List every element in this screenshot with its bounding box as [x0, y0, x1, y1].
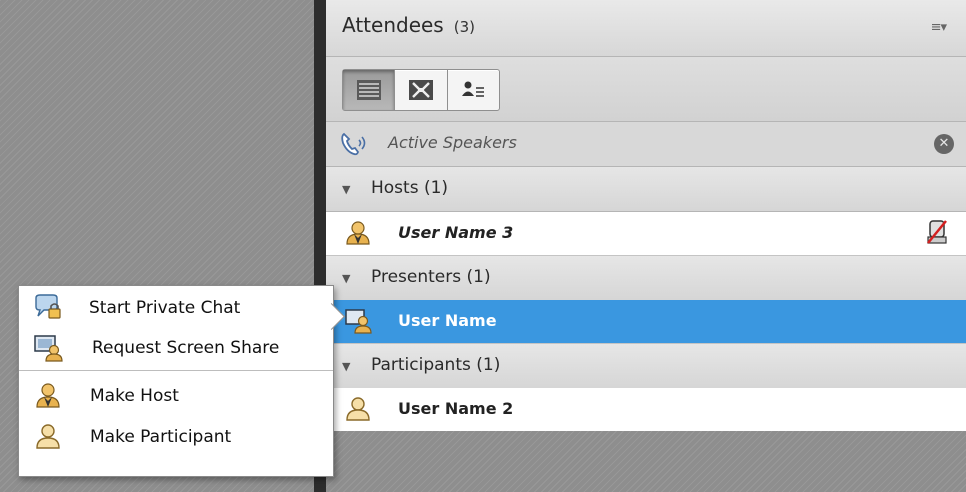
panel-titlebar: Attendees (3) ≡▾: [326, 0, 966, 57]
menu-item-make-participant[interactable]: Make Participant: [19, 419, 333, 457]
list-view-button[interactable]: [343, 70, 396, 110]
hosts-section-label: Hosts (1): [371, 178, 449, 198]
participant-icon: [344, 396, 372, 427]
status-view-button[interactable]: [448, 70, 499, 110]
host-icon: [344, 220, 372, 251]
participant-user-name: User Name 2: [398, 399, 514, 418]
presenters-section-label: Presenters (1): [371, 267, 491, 287]
presenters-section-header[interactable]: ▼ Presenters (1): [326, 256, 966, 301]
participant-icon: [33, 423, 63, 456]
attendee-count: (3): [453, 18, 475, 36]
panel-menu-icon[interactable]: ≡▾: [931, 20, 947, 35]
status-view-icon: [462, 81, 485, 97]
collapse-caret-icon[interactable]: ▼: [342, 183, 350, 196]
panel-title-label: Attendees: [342, 13, 444, 37]
screen-share-icon: [33, 334, 63, 367]
menu-item-start-private-chat[interactable]: Start Private Chat: [19, 290, 333, 328]
close-circle-icon[interactable]: ✕: [934, 134, 954, 154]
presenter-user-name: User Name: [398, 311, 497, 330]
active-speakers-bar: Active Speakers ✕: [326, 122, 966, 167]
context-menu: Start Private Chat Request Screen Share …: [18, 285, 334, 477]
collapse-caret-icon[interactable]: ▼: [342, 272, 350, 285]
list-view-icon: [356, 80, 381, 100]
menu-separator: [19, 370, 333, 371]
menu-item-request-screen-share[interactable]: Request Screen Share: [19, 330, 333, 368]
active-speakers-label: Active Speakers: [388, 133, 517, 152]
view-toggle-group: [342, 69, 500, 111]
participants-section-header[interactable]: ▼ Participants (1): [326, 344, 966, 389]
breakout-view-icon: [408, 80, 433, 100]
menu-label: Start Private Chat: [89, 298, 241, 318]
speaker-phone-icon: [340, 131, 370, 162]
attendee-row-presenter[interactable]: User Name: [326, 300, 966, 344]
breakout-view-button[interactable]: [395, 70, 448, 110]
participants-section-label: Participants (1): [371, 355, 501, 375]
empty-list-area: [326, 431, 966, 492]
attendees-panel: Attendees (3) ≡▾ Active Speakers ✕ ▼ Hos…: [326, 0, 966, 492]
hosts-section-header[interactable]: ▼ Hosts (1): [326, 167, 966, 212]
attendee-row-host[interactable]: User Name 3: [326, 212, 966, 256]
collapse-caret-icon[interactable]: ▼: [342, 360, 350, 373]
menu-label: Make Host: [90, 386, 179, 406]
host-icon: [33, 382, 63, 415]
presenter-icon: [344, 308, 372, 339]
panel-title: Attendees (3): [342, 13, 475, 37]
menu-label: Request Screen Share: [92, 338, 280, 358]
menu-item-make-host[interactable]: Make Host: [19, 378, 333, 416]
menu-label: Make Participant: [90, 427, 232, 447]
view-toolbar: [326, 57, 966, 122]
private-chat-icon: [33, 294, 63, 327]
host-user-name: User Name 3: [398, 223, 514, 242]
mic-muted-icon: [926, 219, 948, 252]
attendee-row-participant[interactable]: User Name 2: [326, 388, 966, 432]
